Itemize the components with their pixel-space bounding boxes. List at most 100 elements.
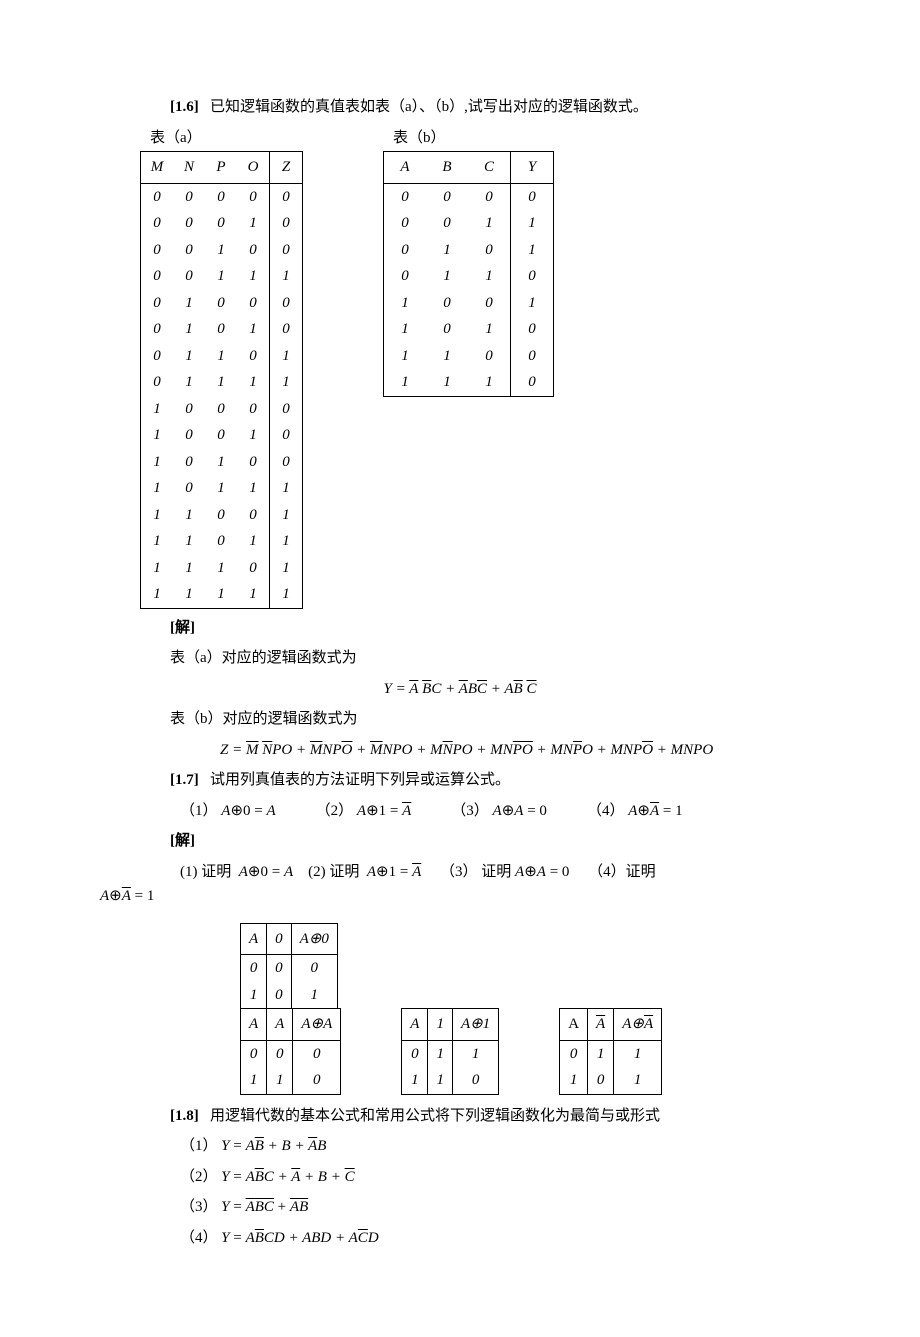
eq-1-8-3: （3） Y = ABC + AB (100, 1196, 820, 1219)
cell: 0 (270, 210, 303, 237)
cell: 0 (173, 183, 205, 210)
solution-label: [解] (100, 617, 820, 640)
th: P (205, 152, 237, 184)
cell: 1 (384, 343, 427, 370)
eq-row: （1） A⊕0 = A （2） A⊕1 = A （3） A⊕A = 0 （4） … (100, 800, 820, 823)
mini1b-body: 000110 (241, 1040, 341, 1094)
cell: 0 (511, 316, 554, 343)
table-row: 0101 (384, 237, 554, 264)
cell: 0 (270, 316, 303, 343)
mini-table-1b: AAA⊕A 000110 (240, 1008, 341, 1095)
cell: 1 (426, 263, 468, 290)
cell: 1 (173, 528, 205, 555)
table-a-body: 0000000010001000011101000010100110101111… (141, 183, 303, 608)
cell: 0 (141, 210, 174, 237)
cell: 1 (141, 449, 174, 476)
table-row: 011 (560, 1040, 662, 1067)
table-b-wrap: 表（b） A B C Y 000000110101011010011010110… (383, 127, 554, 397)
problem-label: [1.7] (170, 772, 199, 788)
cell: 0 (511, 369, 554, 396)
mini1a-body: 000101 (241, 955, 338, 1009)
cell: 0 (173, 263, 205, 290)
cell: 0 (173, 396, 205, 423)
cell: 1 (173, 290, 205, 317)
table-row: 10010 (141, 422, 303, 449)
cell: 1 (237, 581, 270, 608)
table-a-wrap: 表（a） M N P O Z 0000000010001000011101000… (140, 127, 303, 609)
table-row: 11001 (141, 502, 303, 529)
cell: 0 (511, 183, 554, 210)
mini3-body: 011101 (560, 1040, 662, 1094)
cell: 0 (237, 343, 270, 370)
cell: 1 (141, 581, 174, 608)
cell: 0 (291, 955, 337, 982)
cell: 1 (205, 343, 237, 370)
cell: 1 (468, 316, 511, 343)
cell: 0 (141, 237, 174, 264)
cell: 1 (511, 290, 554, 317)
cell: 1 (270, 369, 303, 396)
cell: 1 (205, 449, 237, 476)
cell: 1 (205, 369, 237, 396)
cell: 0 (270, 449, 303, 476)
cell: 0 (511, 343, 554, 370)
cell: 1 (270, 555, 303, 582)
sol-b-text: 表（b）对应的逻辑函数式为 (100, 708, 820, 731)
problem-label: [1.6] (170, 99, 199, 115)
cell: 0 (426, 183, 468, 210)
cell: 1 (270, 343, 303, 370)
table-b-caption: 表（b） (393, 127, 554, 150)
cell: 0 (141, 343, 174, 370)
table-row: 0000 (384, 183, 554, 210)
table-row: 01101 (141, 343, 303, 370)
cell: 0 (270, 422, 303, 449)
mini-table-3: AAA⊕A 011101 (559, 1008, 662, 1095)
table-row: 0011 (384, 210, 554, 237)
cell: 0 (241, 1040, 267, 1067)
eq-1-8-4: （4） Y = ABCD + ABD + ACD (100, 1227, 820, 1250)
mini-stack: A0A⊕0 000101 AAA⊕A 000110 (240, 923, 341, 1095)
cell: 1 (468, 369, 511, 396)
cell: 0 (141, 263, 174, 290)
cell: 1 (173, 555, 205, 582)
cell: 1 (237, 210, 270, 237)
cell: 0 (384, 183, 427, 210)
cell: 0 (237, 502, 270, 529)
cell: 1 (384, 290, 427, 317)
table-row: 011 (402, 1040, 499, 1067)
mini2-body: 011110 (402, 1040, 499, 1094)
th: M (141, 152, 174, 184)
table-row: 101 (241, 982, 338, 1009)
cell: 1 (384, 316, 427, 343)
cell: 0 (141, 290, 174, 317)
cell: 1 (237, 369, 270, 396)
cell: 0 (267, 982, 292, 1009)
cell: 1 (173, 581, 205, 608)
table-row: 10100 (141, 449, 303, 476)
th: O (237, 152, 270, 184)
cell: 1 (141, 396, 174, 423)
cell: 0 (270, 290, 303, 317)
th: N (173, 152, 205, 184)
cell: 0 (173, 449, 205, 476)
problem-text: 已知逻辑函数的真值表如表（a）、（b）,试写出对应的逻辑函数式。 (210, 99, 648, 115)
cell: 0 (426, 316, 468, 343)
cell: 1 (241, 982, 267, 1009)
cell: 0 (468, 183, 511, 210)
cell: 1 (614, 1040, 662, 1067)
table-row: 110 (402, 1067, 499, 1094)
cell: 0 (141, 316, 174, 343)
cell: 0 (270, 237, 303, 264)
cell: 0 (468, 343, 511, 370)
cell: 1 (141, 555, 174, 582)
problem-label: [1.8] (170, 1108, 199, 1124)
table-row: 10111 (141, 475, 303, 502)
sol-a-eq: Y = A BC + ABC + AB C (100, 678, 820, 701)
cell: 0 (293, 1040, 341, 1067)
cell: 0 (293, 1067, 341, 1094)
cell: 0 (237, 396, 270, 423)
cell: 1 (511, 237, 554, 264)
cell: 1 (205, 555, 237, 582)
cell: 0 (588, 1067, 614, 1094)
sol-a-text: 表（a）对应的逻辑函数式为 (100, 647, 820, 670)
